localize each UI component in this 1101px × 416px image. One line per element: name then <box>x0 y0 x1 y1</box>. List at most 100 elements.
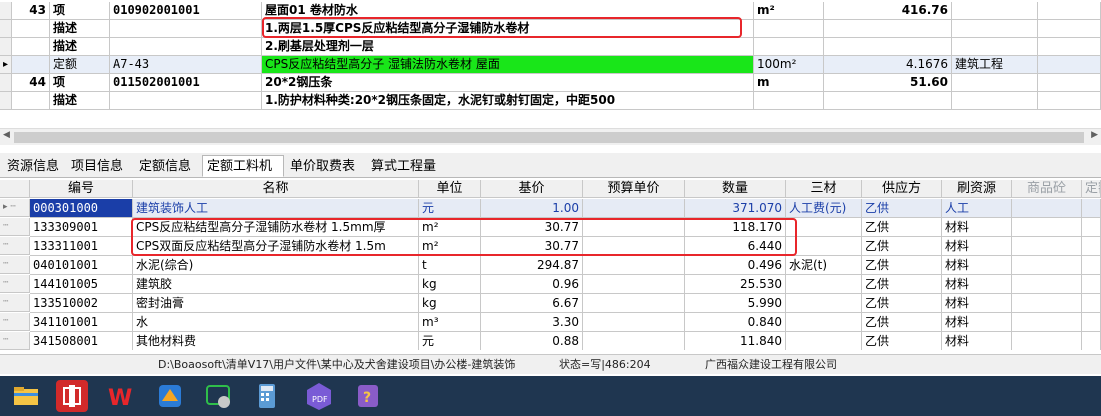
bill-cell-type[interactable]: 描述 <box>50 20 110 38</box>
resource-cell-code[interactable]: 040101001 <box>30 256 133 275</box>
resource-cell-supplier[interactable]: 乙供 <box>862 332 942 350</box>
resource-cell-budget[interactable] <box>583 313 685 332</box>
row-indicator[interactable]: ┄ <box>0 332 30 350</box>
column-header-cat[interactable]: 刷资源 <box>942 180 1012 198</box>
bill-cell-qty[interactable]: 416.76 <box>824 2 952 20</box>
resource-cell-supplier[interactable]: 乙供 <box>862 294 942 313</box>
resource-cell-code[interactable]: 144101005 <box>30 275 133 294</box>
column-header-budget[interactable]: 预算单价 <box>583 180 685 198</box>
wps-icon[interactable]: W <box>105 380 137 412</box>
resource-cell-sancai[interactable] <box>786 275 862 294</box>
calculator-icon[interactable] <box>251 380 283 412</box>
bill-cell-qty[interactable]: 4.1676 <box>824 56 952 74</box>
column-header-supplier[interactable]: 供应方 <box>862 180 942 198</box>
resource-cell-ding[interactable] <box>1082 237 1101 256</box>
resource-cell-supplier[interactable]: 乙供 <box>862 199 942 218</box>
bill-cell-num[interactable] <box>12 56 50 74</box>
resource-cell-ding[interactable] <box>1082 199 1101 218</box>
resource-cell-sancai[interactable]: 水泥(t) <box>786 256 862 275</box>
bill-cell-num[interactable] <box>12 92 50 110</box>
column-header-base[interactable]: 基价 <box>481 180 583 198</box>
resource-cell-goods[interactable] <box>1012 218 1082 237</box>
resource-cell-cat[interactable]: 人工 <box>942 199 1012 218</box>
resource-cell-unit[interactable]: t <box>419 256 481 275</box>
resource-cell-budget[interactable] <box>583 275 685 294</box>
resource-cell-goods[interactable] <box>1012 199 1082 218</box>
resource-cell-base[interactable]: 294.87 <box>481 256 583 275</box>
row-indicator[interactable]: ┄ <box>0 237 30 255</box>
bill-cell-extra[interactable] <box>952 74 1038 92</box>
bill-cell-code[interactable]: 010902001001 <box>110 2 262 20</box>
row-indicator[interactable] <box>0 74 12 92</box>
bill-cell-desc[interactable]: 1.防护材料种类:20*2钢压条固定，水泥钉或射钉固定，中距500 <box>262 92 754 110</box>
app-blue-icon[interactable] <box>154 380 186 412</box>
resource-cell-code[interactable]: 341101001 <box>30 313 133 332</box>
bill-cell-unit[interactable]: m² <box>754 2 824 20</box>
resource-cell-goods[interactable] <box>1012 237 1082 256</box>
resource-cell-goods[interactable] <box>1012 313 1082 332</box>
resource-cell-ding[interactable] <box>1082 332 1101 350</box>
resource-cell-unit[interactable]: kg <box>419 275 481 294</box>
bill-row[interactable]: 描述 1.防护材料种类:20*2钢压条固定，水泥钉或射钉固定，中距500 <box>0 92 1101 110</box>
resource-cell-supplier[interactable]: 乙供 <box>862 237 942 256</box>
bill-cell-unit[interactable]: 100m² <box>754 56 824 74</box>
resource-cell-unit[interactable]: kg <box>419 294 481 313</box>
column-header-unit[interactable]: 单位 <box>419 180 481 198</box>
bill-cell-code[interactable]: 011502001001 <box>110 74 262 92</box>
bill-cell-unit[interactable] <box>754 38 824 56</box>
resource-cell-budget[interactable] <box>583 199 685 218</box>
bill-cell-desc[interactable]: 20*2钢压条 <box>262 74 754 92</box>
resource-cell-cat[interactable]: 材料 <box>942 294 1012 313</box>
row-indicator[interactable]: ┄ <box>0 294 30 312</box>
resource-cell-cat[interactable]: 材料 <box>942 313 1012 332</box>
resource-cell-qty[interactable]: 25.530 <box>685 275 786 294</box>
pdf-icon[interactable]: PDF <box>303 380 335 412</box>
file-explorer-icon[interactable] <box>10 380 42 412</box>
bill-cell-extra[interactable] <box>952 20 1038 38</box>
resource-cell-qty[interactable]: 0.840 <box>685 313 786 332</box>
bill-cell-code[interactable] <box>110 92 262 110</box>
resource-cell-base[interactable]: 3.30 <box>481 313 583 332</box>
bill-cell-type[interactable]: 描述 <box>50 92 110 110</box>
app-purple-icon[interactable]: ? <box>352 380 384 412</box>
bill-cell-extra[interactable] <box>952 92 1038 110</box>
resource-cell-goods[interactable] <box>1012 332 1082 350</box>
resource-cell-name[interactable]: 水泥(综合) <box>133 256 419 275</box>
column-header-ding[interactable]: 定额 <box>1082 180 1101 198</box>
scroll-left-icon[interactable]: ◀ <box>3 130 10 140</box>
bill-cell-blank[interactable] <box>1038 38 1101 56</box>
bill-cell-qty[interactable]: 51.60 <box>824 74 952 92</box>
resource-cell-base[interactable]: 0.88 <box>481 332 583 350</box>
bill-cell-blank[interactable] <box>1038 20 1101 38</box>
bill-cell-blank[interactable] <box>1038 56 1101 74</box>
resource-cell-sancai[interactable]: 人工费(元) <box>786 199 862 218</box>
resource-cell-qty[interactable]: 0.496 <box>685 256 786 275</box>
resource-cell-cat[interactable]: 材料 <box>942 275 1012 294</box>
resource-cell-code[interactable]: 133309001 <box>30 218 133 237</box>
bill-cell-num[interactable] <box>12 20 50 38</box>
tab-5[interactable]: 算式工程量 <box>366 155 446 177</box>
resource-cell-base[interactable]: 1.00 <box>481 199 583 218</box>
resource-cell-ding[interactable] <box>1082 218 1101 237</box>
resource-cell-code[interactable]: 133510002 <box>30 294 133 313</box>
resource-cell-ding[interactable] <box>1082 275 1101 294</box>
bill-cell-num[interactable]: 44 <box>12 74 50 92</box>
bill-cell-num[interactable]: 43 <box>12 2 50 20</box>
resource-cell-code[interactable]: 000301000 <box>30 199 133 218</box>
resource-cell-cat[interactable]: 材料 <box>942 237 1012 256</box>
resource-cell-ding[interactable] <box>1082 294 1101 313</box>
column-header-qty[interactable]: 数量 <box>685 180 786 198</box>
bill-cell-code[interactable] <box>110 20 262 38</box>
row-indicator[interactable]: ┄ <box>0 275 30 293</box>
bill-cell-desc[interactable]: CPS反应粘结型高分子 湿铺法防水卷材 屋面 <box>262 56 754 74</box>
resource-cell-budget[interactable] <box>583 256 685 275</box>
horizontal-scrollbar[interactable]: ◀ ▶ <box>0 128 1101 145</box>
resource-cell-unit[interactable]: m³ <box>419 313 481 332</box>
bill-row[interactable]: ▸ 定额 A7-43 CPS反应粘结型高分子 湿铺法防水卷材 屋面 100m² 4.167… <box>0 56 1101 74</box>
resource-cell-cat[interactable]: 材料 <box>942 332 1012 350</box>
resource-cell-name[interactable]: 其他材料费 <box>133 332 419 350</box>
tab-2[interactable]: 定额信息 <box>134 155 200 177</box>
bill-row[interactable]: 44 项 011502001001 20*2钢压条 m 51.60 <box>0 74 1101 92</box>
tab-4[interactable]: 单价取费表 <box>285 155 365 177</box>
bill-cell-type[interactable]: 项 <box>50 74 110 92</box>
